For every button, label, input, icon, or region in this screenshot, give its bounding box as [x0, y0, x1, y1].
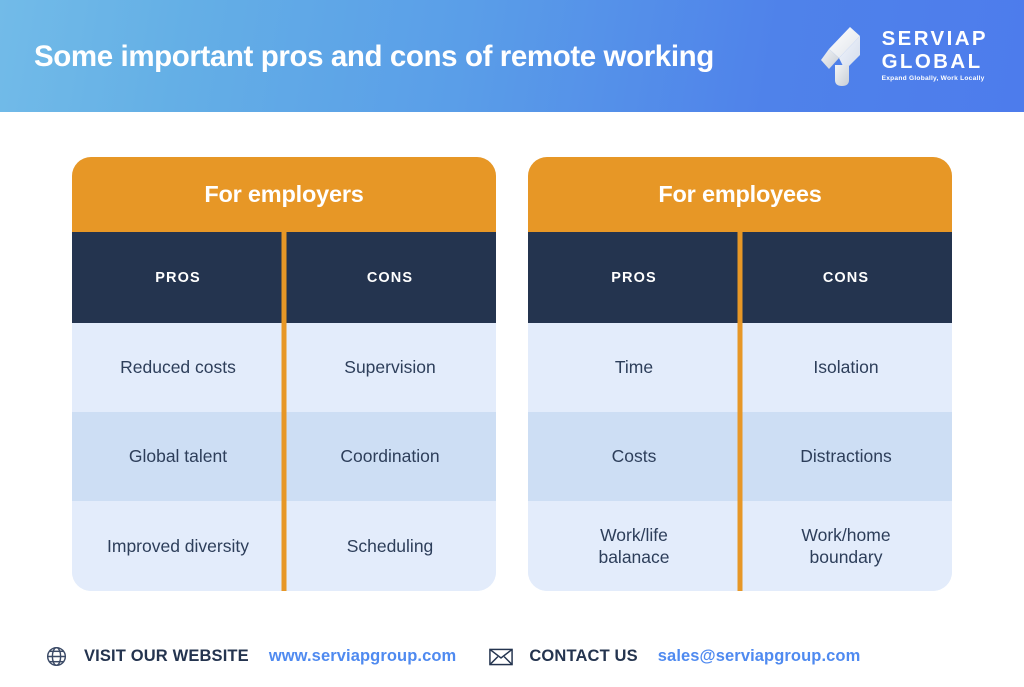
column-divider	[737, 232, 743, 591]
cell-cons: Isolation	[813, 357, 879, 378]
globe-icon	[44, 645, 68, 669]
column-header-cons: CONS	[366, 269, 414, 286]
logo-name-line-2: GLOBAL	[881, 49, 983, 73]
footer-website-url[interactable]: www.serviapgroup.com	[269, 647, 457, 666]
cell-cons: Work/home boundary	[801, 524, 891, 567]
comparison-tables: For employers PROS CONS Reduced costs Su…	[0, 157, 1024, 591]
footer-website-group: VISIT OUR WEBSITE www.serviapgroup.com	[44, 645, 456, 669]
cell-pros: Reduced costs	[120, 357, 236, 378]
envelope-icon	[489, 645, 514, 669]
table-card-employees: For employees PROS CONS Time Isolation C…	[528, 157, 952, 591]
logo-name-line-1: SERVIAP	[881, 27, 988, 51]
cell-pros: Improved diversity	[107, 535, 249, 556]
column-divider	[281, 232, 287, 591]
footer-contact-group: CONTACT US sales@serviapgroup.com	[489, 645, 860, 669]
page-title: Some important pros and cons of remote w…	[34, 40, 714, 73]
cell-cons: Coordination	[340, 446, 440, 467]
cell-pros: Time	[614, 357, 654, 378]
cell-cons: Supervision	[344, 357, 436, 378]
cell-pros: Global talent	[128, 446, 228, 467]
card-title-employers: For employers	[72, 157, 496, 232]
cell-cons: Scheduling	[346, 535, 434, 556]
column-header-pros: PROS	[155, 269, 201, 286]
cell-pros: Costs	[611, 446, 657, 467]
footer-contact-label: CONTACT US	[529, 647, 638, 665]
table-card-employers: For employers PROS CONS Reduced costs Su…	[72, 157, 496, 591]
logo-tagline: Expand Globally, Work Locally	[881, 75, 985, 83]
footer-website-label: VISIT OUR WEBSITE	[84, 647, 249, 665]
card-title-employees: For employees	[528, 157, 952, 232]
footer-contact-email[interactable]: sales@serviapgroup.com	[658, 647, 861, 666]
header-banner: Some important pros and cons of remote w…	[0, 0, 1024, 112]
serviap-ribbon-logo-icon	[819, 25, 871, 87]
cell-pros: Work/life balanace	[598, 524, 670, 567]
cell-cons: Distractions	[800, 446, 892, 467]
serviap-global-logo: SERVIAP GLOBAL Expand Globally, Work Loc…	[819, 25, 988, 87]
column-header-pros: PROS	[611, 269, 657, 286]
column-header-cons: CONS	[822, 269, 870, 286]
footer: VISIT OUR WEBSITE www.serviapgroup.com C…	[0, 626, 1024, 687]
